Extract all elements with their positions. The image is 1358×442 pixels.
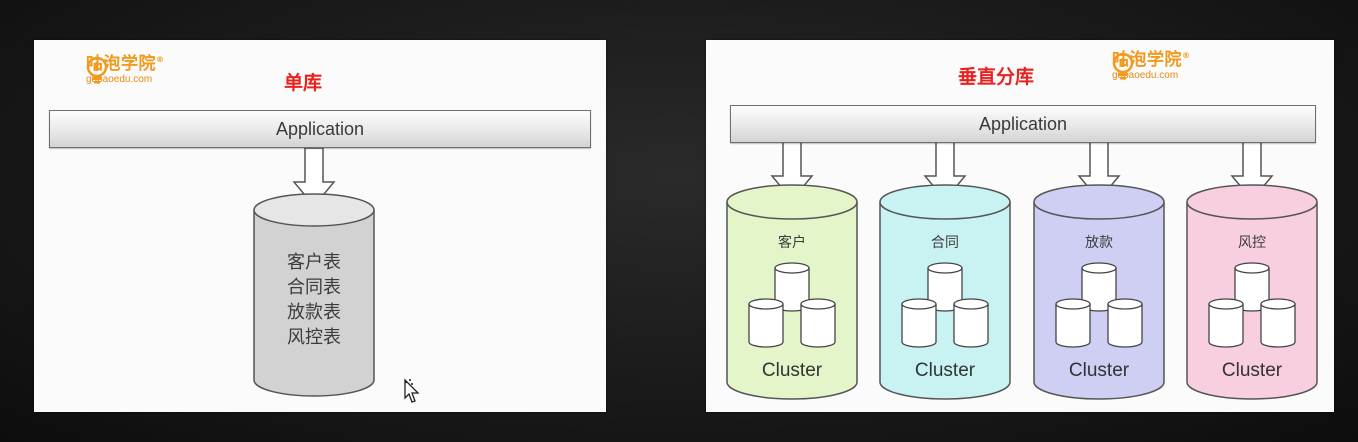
cluster-label: Cluster bbox=[761, 360, 823, 381]
slide-single-database: 咕泡学院® gupaoedu.com 单库 Application 客户表 合同… bbox=[34, 40, 606, 412]
cluster-cylinder-top bbox=[1033, 184, 1165, 220]
application-bar: Application bbox=[49, 110, 591, 148]
mini-database-top bbox=[1107, 298, 1143, 310]
mini-database-body bbox=[1208, 304, 1244, 348]
mini-database-top bbox=[800, 298, 836, 310]
single-db-diagram bbox=[253, 147, 375, 397]
mini-database-top bbox=[1081, 262, 1117, 274]
mini-database-top bbox=[927, 262, 963, 274]
mini-database-top bbox=[1234, 262, 1270, 274]
table-label: 合同表 bbox=[287, 277, 341, 298]
table-label: 放款表 bbox=[287, 302, 341, 323]
mini-database-top bbox=[1055, 298, 1091, 310]
database-cylinder-top bbox=[253, 193, 375, 227]
cluster-name: 客户 bbox=[778, 235, 806, 251]
mini-database-top bbox=[1208, 298, 1244, 310]
mini-database-body bbox=[1055, 304, 1091, 348]
slide-vertical-sharding: 垂直分库 咕泡学院® gupaoedu.com Application 客户 Cl… bbox=[706, 40, 1334, 412]
cluster-cylinder-top bbox=[879, 184, 1011, 220]
brand-logo: 咕泡学院® gupaoedu.com bbox=[86, 54, 165, 85]
cluster-label: Cluster bbox=[1068, 360, 1130, 381]
mini-database-top bbox=[748, 298, 784, 310]
cluster-cylinder-top bbox=[726, 184, 858, 220]
lightbulb-icon bbox=[1112, 52, 1134, 80]
vertical-sharding-diagram bbox=[726, 141, 1318, 400]
cluster-name: 放款 bbox=[1085, 235, 1113, 251]
database-tables: 客户表 合同表 放款表 风控表 bbox=[254, 250, 374, 350]
cluster-cylinder-top bbox=[1186, 184, 1318, 220]
application-bar: Application bbox=[730, 105, 1316, 143]
mini-database-body bbox=[953, 304, 989, 348]
mini-database-top bbox=[901, 298, 937, 310]
lightbulb-icon bbox=[86, 56, 108, 84]
slide-title: 垂直分库 bbox=[958, 66, 1035, 88]
mini-database-body bbox=[748, 304, 784, 348]
mini-database-body bbox=[1260, 304, 1296, 348]
mini-database-body bbox=[1107, 304, 1143, 348]
brand-logo: 咕泡学院® gupaoedu.com bbox=[1112, 50, 1191, 81]
table-label: 客户表 bbox=[287, 252, 341, 273]
mini-database-body bbox=[901, 304, 937, 348]
mini-database-top bbox=[774, 262, 810, 274]
cluster-name: 合同 bbox=[931, 235, 959, 251]
slide-title: 单库 bbox=[284, 72, 323, 94]
cluster-label: Cluster bbox=[1221, 360, 1283, 381]
table-label: 风控表 bbox=[287, 327, 341, 348]
cluster-name: 风控 bbox=[1238, 235, 1266, 251]
mini-database-top bbox=[1260, 298, 1296, 310]
mini-database-body bbox=[800, 304, 836, 348]
mini-database-top bbox=[953, 298, 989, 310]
cluster-label: Cluster bbox=[914, 360, 976, 381]
